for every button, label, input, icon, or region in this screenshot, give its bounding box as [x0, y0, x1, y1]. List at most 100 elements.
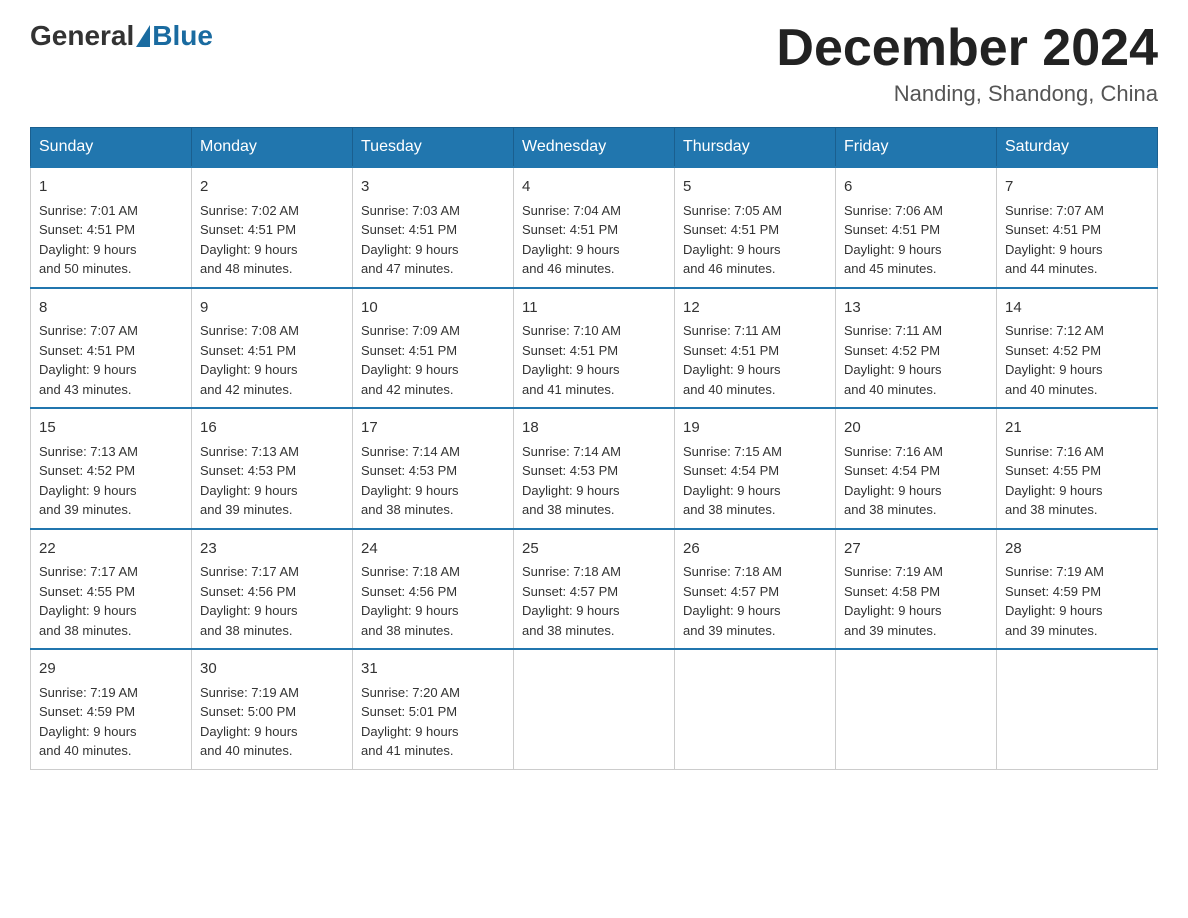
sunrise-text: Sunrise: 7:14 AM	[522, 442, 666, 462]
day-cell-18: 18Sunrise: 7:14 AMSunset: 4:53 PMDayligh…	[514, 408, 675, 529]
daylight-minutes-text: and 41 minutes.	[522, 380, 666, 400]
day-cell-5: 5Sunrise: 7:05 AMSunset: 4:51 PMDaylight…	[675, 167, 836, 288]
daylight-minutes-text: and 44 minutes.	[1005, 259, 1149, 279]
day-number: 16	[200, 417, 344, 440]
day-cell-13: 13Sunrise: 7:11 AMSunset: 4:52 PMDayligh…	[836, 288, 997, 409]
day-cell-19: 19Sunrise: 7:15 AMSunset: 4:54 PMDayligh…	[675, 408, 836, 529]
day-cell-2: 2Sunrise: 7:02 AMSunset: 4:51 PMDaylight…	[192, 167, 353, 288]
calendar-table: SundayMondayTuesdayWednesdayThursdayFrid…	[30, 127, 1158, 770]
sunrise-text: Sunrise: 7:09 AM	[361, 321, 505, 341]
day-cell-26: 26Sunrise: 7:18 AMSunset: 4:57 PMDayligh…	[675, 529, 836, 650]
daylight-minutes-text: and 46 minutes.	[683, 259, 827, 279]
daylight-text: Daylight: 9 hours	[39, 722, 183, 742]
daylight-minutes-text: and 38 minutes.	[844, 500, 988, 520]
daylight-minutes-text: and 40 minutes.	[844, 380, 988, 400]
daylight-minutes-text: and 40 minutes.	[200, 741, 344, 761]
daylight-minutes-text: and 46 minutes.	[522, 259, 666, 279]
day-number: 6	[844, 176, 988, 199]
day-number: 28	[1005, 538, 1149, 561]
daylight-minutes-text: and 38 minutes.	[361, 500, 505, 520]
daylight-minutes-text: and 42 minutes.	[200, 380, 344, 400]
day-number: 18	[522, 417, 666, 440]
sunrise-text: Sunrise: 7:03 AM	[361, 201, 505, 221]
daylight-minutes-text: and 39 minutes.	[39, 500, 183, 520]
day-cell-30: 30Sunrise: 7:19 AMSunset: 5:00 PMDayligh…	[192, 649, 353, 769]
empty-cell-4-4	[675, 649, 836, 769]
sunrise-text: Sunrise: 7:19 AM	[39, 683, 183, 703]
day-number: 9	[200, 297, 344, 320]
location-title: Nanding, Shandong, China	[776, 81, 1158, 107]
day-number: 10	[361, 297, 505, 320]
week-row-3: 15Sunrise: 7:13 AMSunset: 4:52 PMDayligh…	[31, 408, 1158, 529]
daylight-text: Daylight: 9 hours	[361, 601, 505, 621]
week-row-1: 1Sunrise: 7:01 AMSunset: 4:51 PMDaylight…	[31, 167, 1158, 288]
daylight-minutes-text: and 39 minutes.	[1005, 621, 1149, 641]
day-cell-17: 17Sunrise: 7:14 AMSunset: 4:53 PMDayligh…	[353, 408, 514, 529]
daylight-minutes-text: and 40 minutes.	[683, 380, 827, 400]
day-number: 5	[683, 176, 827, 199]
daylight-text: Daylight: 9 hours	[39, 601, 183, 621]
day-cell-16: 16Sunrise: 7:13 AMSunset: 4:53 PMDayligh…	[192, 408, 353, 529]
sunrise-text: Sunrise: 7:13 AM	[200, 442, 344, 462]
sunrise-text: Sunrise: 7:08 AM	[200, 321, 344, 341]
daylight-text: Daylight: 9 hours	[200, 360, 344, 380]
weekday-header-saturday: Saturday	[997, 128, 1158, 168]
daylight-text: Daylight: 9 hours	[361, 481, 505, 501]
sunrise-text: Sunrise: 7:13 AM	[39, 442, 183, 462]
header: General Blue December 2024 Nanding, Shan…	[30, 20, 1158, 107]
day-cell-10: 10Sunrise: 7:09 AMSunset: 4:51 PMDayligh…	[353, 288, 514, 409]
sunset-text: Sunset: 4:51 PM	[522, 341, 666, 361]
title-area: December 2024 Nanding, Shandong, China	[776, 20, 1158, 107]
sunset-text: Sunset: 4:55 PM	[39, 582, 183, 602]
daylight-text: Daylight: 9 hours	[39, 481, 183, 501]
sunrise-text: Sunrise: 7:18 AM	[361, 562, 505, 582]
sunset-text: Sunset: 5:01 PM	[361, 702, 505, 722]
daylight-text: Daylight: 9 hours	[844, 240, 988, 260]
weekday-header-wednesday: Wednesday	[514, 128, 675, 168]
sunrise-text: Sunrise: 7:19 AM	[844, 562, 988, 582]
day-number: 13	[844, 297, 988, 320]
daylight-text: Daylight: 9 hours	[683, 360, 827, 380]
sunset-text: Sunset: 4:52 PM	[39, 461, 183, 481]
sunset-text: Sunset: 4:57 PM	[522, 582, 666, 602]
sunset-text: Sunset: 4:51 PM	[522, 220, 666, 240]
sunrise-text: Sunrise: 7:18 AM	[683, 562, 827, 582]
daylight-minutes-text: and 43 minutes.	[39, 380, 183, 400]
daylight-text: Daylight: 9 hours	[361, 722, 505, 742]
sunset-text: Sunset: 4:51 PM	[39, 341, 183, 361]
daylight-text: Daylight: 9 hours	[844, 481, 988, 501]
day-number: 26	[683, 538, 827, 561]
sunset-text: Sunset: 4:51 PM	[361, 220, 505, 240]
logo-general-text: General	[30, 20, 134, 52]
day-cell-14: 14Sunrise: 7:12 AMSunset: 4:52 PMDayligh…	[997, 288, 1158, 409]
daylight-minutes-text: and 41 minutes.	[361, 741, 505, 761]
sunset-text: Sunset: 4:59 PM	[1005, 582, 1149, 602]
day-cell-29: 29Sunrise: 7:19 AMSunset: 4:59 PMDayligh…	[31, 649, 192, 769]
daylight-text: Daylight: 9 hours	[522, 481, 666, 501]
day-number: 31	[361, 658, 505, 681]
sunset-text: Sunset: 4:51 PM	[200, 341, 344, 361]
sunrise-text: Sunrise: 7:17 AM	[200, 562, 344, 582]
daylight-minutes-text: and 40 minutes.	[39, 741, 183, 761]
daylight-minutes-text: and 38 minutes.	[522, 621, 666, 641]
weekday-header-row: SundayMondayTuesdayWednesdayThursdayFrid…	[31, 128, 1158, 168]
day-cell-21: 21Sunrise: 7:16 AMSunset: 4:55 PMDayligh…	[997, 408, 1158, 529]
day-number: 19	[683, 417, 827, 440]
sunrise-text: Sunrise: 7:05 AM	[683, 201, 827, 221]
day-number: 8	[39, 297, 183, 320]
weekday-header-thursday: Thursday	[675, 128, 836, 168]
day-number: 15	[39, 417, 183, 440]
daylight-text: Daylight: 9 hours	[683, 240, 827, 260]
week-row-2: 8Sunrise: 7:07 AMSunset: 4:51 PMDaylight…	[31, 288, 1158, 409]
sunrise-text: Sunrise: 7:18 AM	[522, 562, 666, 582]
logo-triangle-icon	[136, 25, 150, 47]
daylight-text: Daylight: 9 hours	[522, 240, 666, 260]
day-cell-6: 6Sunrise: 7:06 AMSunset: 4:51 PMDaylight…	[836, 167, 997, 288]
day-cell-23: 23Sunrise: 7:17 AMSunset: 4:56 PMDayligh…	[192, 529, 353, 650]
daylight-minutes-text: and 50 minutes.	[39, 259, 183, 279]
daylight-text: Daylight: 9 hours	[522, 601, 666, 621]
daylight-minutes-text: and 47 minutes.	[361, 259, 505, 279]
sunrise-text: Sunrise: 7:20 AM	[361, 683, 505, 703]
weekday-header-sunday: Sunday	[31, 128, 192, 168]
sunrise-text: Sunrise: 7:10 AM	[522, 321, 666, 341]
